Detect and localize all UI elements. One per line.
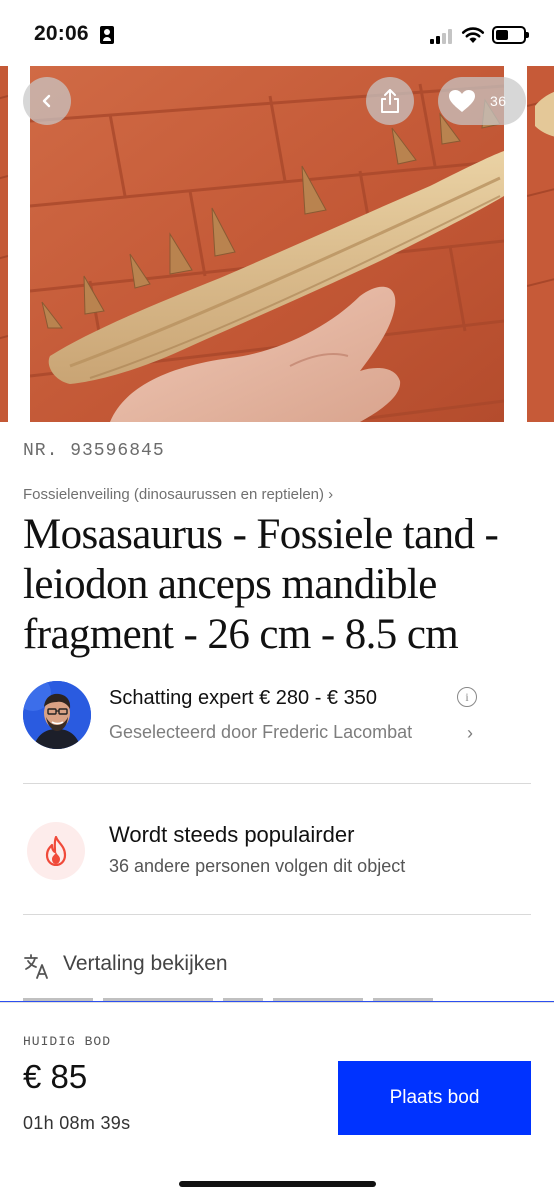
- favorite-count: 36: [490, 93, 507, 109]
- info-icon[interactable]: i: [457, 687, 477, 707]
- gallery-image-previous[interactable]: [0, 66, 8, 422]
- divider: [23, 914, 531, 915]
- status-time: 20:06: [34, 22, 89, 45]
- fire-icon: [27, 822, 85, 880]
- share-icon: [381, 89, 399, 113]
- image-gallery[interactable]: 36: [0, 66, 554, 424]
- time-remaining: 01h 08m 39s: [23, 1113, 131, 1133]
- expert-estimate-row[interactable]: Schatting expert € 280 - € 350 i Geselec…: [23, 681, 543, 751]
- divider: [23, 783, 531, 784]
- gallery-image-next[interactable]: [527, 66, 554, 422]
- current-bid-label: HUIDIG BOD: [23, 1034, 112, 1049]
- back-button[interactable]: [23, 77, 71, 125]
- category-breadcrumb[interactable]: Fossielenveiling (dinosaurussen en repti…: [23, 486, 333, 503]
- place-bid-button[interactable]: Plaats bod: [338, 1061, 531, 1135]
- chevron-left-icon: [42, 94, 51, 108]
- expert-name[interactable]: Geselecteerd door Frederic Lacombat: [109, 722, 412, 743]
- lot-title: Mosasaurus - Fossiele tand - leiodon anc…: [23, 511, 499, 658]
- favorite-button[interactable]: 36: [438, 77, 526, 125]
- translate-label: Vertaling bekijken: [63, 952, 228, 975]
- status-bar: 20:06: [0, 0, 554, 66]
- wifi-icon: [461, 27, 485, 43]
- signal-icon: [430, 28, 456, 44]
- expert-avatar: [23, 681, 91, 749]
- popularity-row: Wordt steeds populairder 36 andere perso…: [23, 814, 533, 886]
- current-bid-amount: € 85: [23, 1058, 88, 1095]
- battery-icon: [492, 26, 529, 44]
- translate-icon: [24, 954, 48, 979]
- gallery-image-main[interactable]: [30, 66, 504, 422]
- heart-icon: [449, 90, 475, 112]
- popularity-title: Wordt steeds populairder: [109, 822, 355, 847]
- chevron-right-icon: ›: [467, 723, 473, 743]
- bid-bar: HUIDIG BOD € 85 01h 08m 39s Plaats bod: [0, 1003, 554, 1200]
- home-indicator[interactable]: [179, 1181, 376, 1187]
- id-card-icon: [100, 26, 114, 44]
- lot-number: NR. 93596845: [23, 441, 165, 461]
- expert-estimate: Schatting expert € 280 - € 350: [109, 687, 377, 709]
- popularity-subtitle: 36 andere personen volgen dit object: [109, 856, 406, 876]
- share-button[interactable]: [366, 77, 414, 125]
